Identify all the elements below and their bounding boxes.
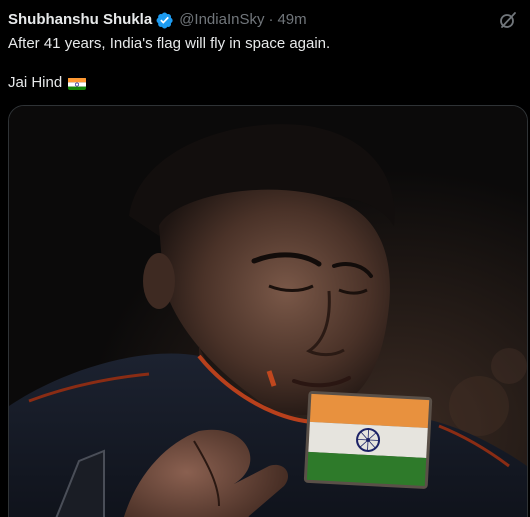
tweet[interactable]: Shubhanshu Shukla @IndiaInSky · 49m Afte…	[0, 0, 530, 517]
tweet-text-line-1: After 41 years, India's flag will fly in…	[8, 35, 331, 52]
separator-dot: ·	[268, 11, 274, 28]
author-display-name[interactable]: Shubhanshu Shukla	[8, 10, 152, 30]
tweet-media-photo[interactable]	[8, 105, 528, 517]
india-flag-patch	[303, 390, 433, 489]
tweet-text-jai-hind: Jai Hind	[8, 74, 63, 91]
photo-astronaut-with-flag	[9, 106, 527, 517]
india-flag-emoji-icon	[68, 77, 87, 90]
tweet-text-line-2: Jai Hind	[8, 73, 87, 93]
timestamp[interactable]: 49m	[277, 10, 306, 30]
grok-icon[interactable]	[498, 10, 518, 30]
tweet-header: Shubhanshu Shukla @IndiaInSky · 49m	[8, 9, 520, 31]
author-handle[interactable]: @IndiaInSky	[179, 10, 264, 30]
verified-badge-icon[interactable]	[155, 11, 174, 30]
